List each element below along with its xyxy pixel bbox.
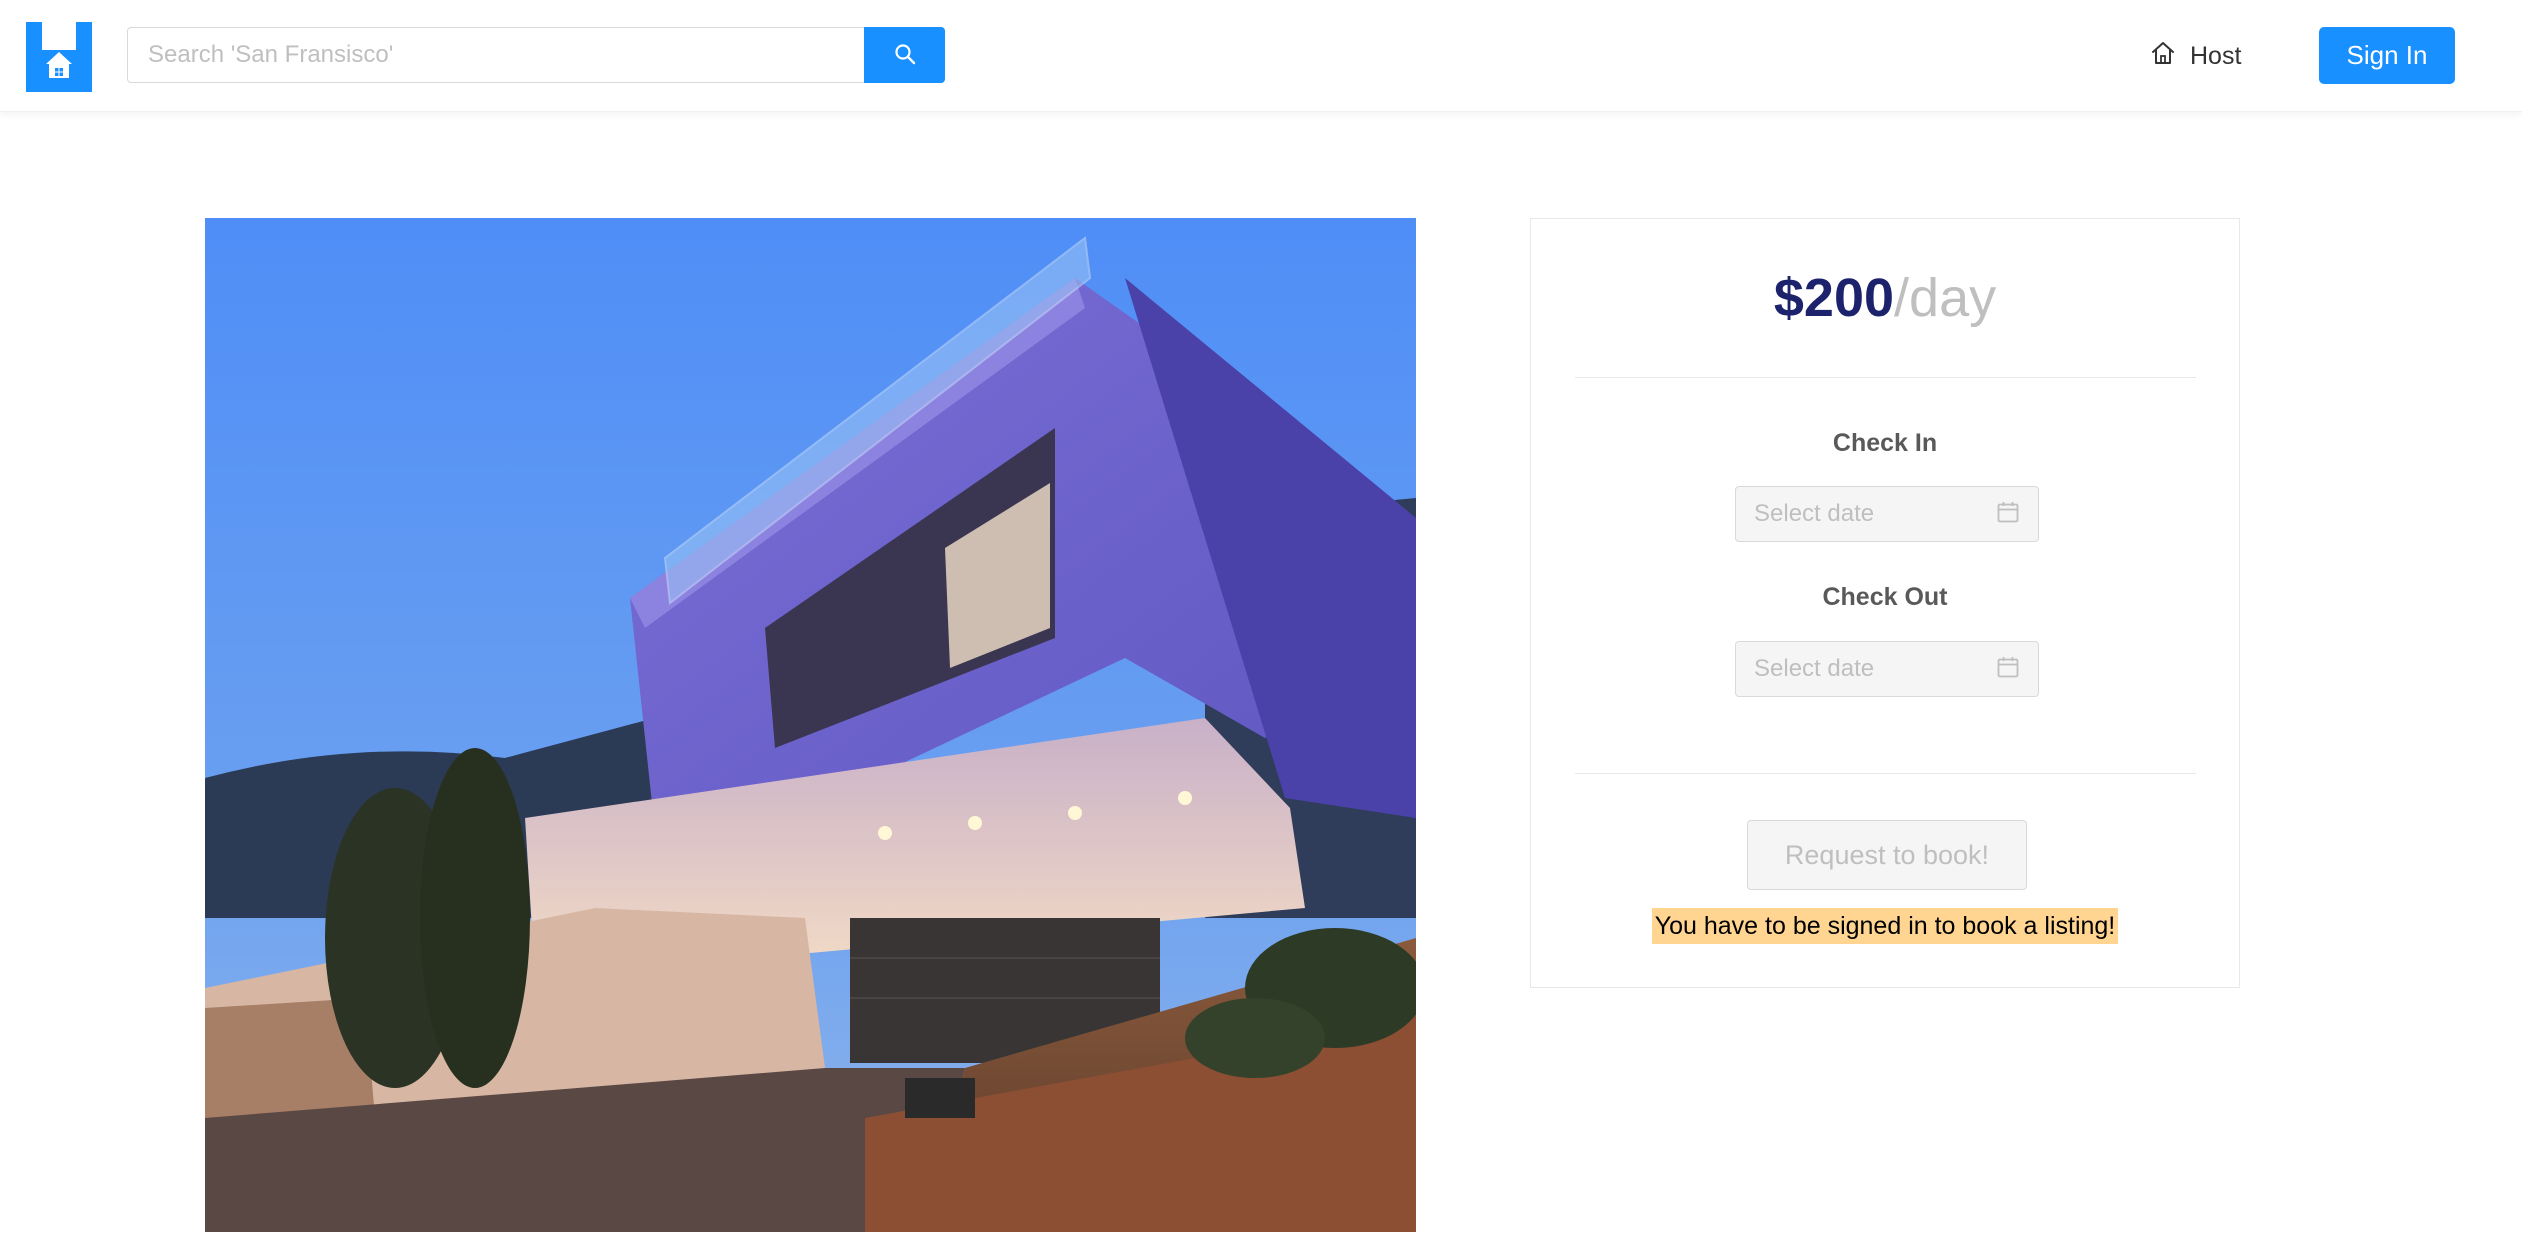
calendar-icon <box>1996 500 2020 529</box>
check-in-placeholder: Select date <box>1754 500 1875 527</box>
check-out-placeholder: Select date <box>1754 655 1875 682</box>
search-button[interactable] <box>864 27 945 83</box>
app-header: Host Sign In <box>0 0 2522 112</box>
check-out-label: Check Out <box>1822 583 1948 611</box>
check-out-date-picker[interactable]: Select date <box>1735 641 2039 697</box>
host-label: Host <box>2190 41 2242 70</box>
divider <box>1575 377 2196 378</box>
calendar-icon <box>1996 655 2020 684</box>
sign-in-button[interactable]: Sign In <box>2319 27 2455 84</box>
request-to-book-button[interactable]: Request to book! <box>1747 820 2027 890</box>
check-in-date-picker[interactable]: Select date <box>1735 486 2039 542</box>
divider <box>1575 773 2196 774</box>
search-input[interactable] <box>127 27 864 83</box>
sign-in-warning: You have to be signed in to book a listi… <box>1531 908 2239 944</box>
price-amount: $200 <box>1773 268 1895 328</box>
price-unit: /day <box>1894 268 1997 328</box>
search-icon <box>894 43 916 68</box>
house-logo[interactable] <box>26 22 92 92</box>
booking-card: $200/day Check In Select date Check Out … <box>1530 218 2240 988</box>
search-bar <box>127 27 945 83</box>
price-display: $200/day <box>1531 267 2239 329</box>
host-link[interactable]: Host <box>2150 30 2241 82</box>
listing-image <box>205 218 1416 1232</box>
home-icon <box>2150 40 2176 73</box>
check-in-label: Check In <box>1832 429 1938 457</box>
warning-text: You have to be signed in to book a listi… <box>1651 908 2119 944</box>
